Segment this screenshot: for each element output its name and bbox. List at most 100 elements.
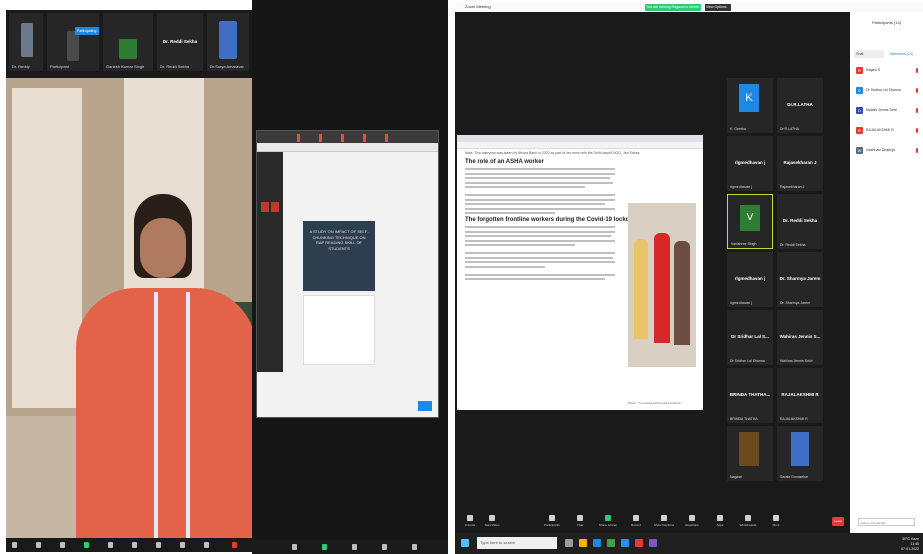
tab-icon[interactable] [363, 134, 366, 142]
share-icon [605, 515, 611, 521]
security-icon[interactable] [60, 542, 65, 548]
view-options-button[interactable]: View Options [705, 4, 731, 11]
tab-icon[interactable] [297, 134, 300, 142]
share-icon[interactable] [322, 544, 327, 550]
zoom-app-icon[interactable] [621, 539, 629, 547]
muted-mic-icon [916, 88, 918, 93]
browser-address-bar[interactable] [457, 142, 703, 149]
mic-icon [467, 515, 473, 521]
right-meeting-toolbar: Unmute Start Video Participants Chat Sha… [455, 511, 850, 533]
mini-address-bar[interactable] [257, 143, 438, 152]
text-line [465, 198, 615, 201]
slide-thumbnail: A STUDY ON IMPACT OF SELF-CHUNKING TECHN… [303, 221, 375, 291]
more-button[interactable]: More [765, 515, 787, 527]
thumbnail-5[interactable]: Dr.Surya Amaravat [206, 12, 250, 72]
windows-start-icon[interactable] [461, 539, 469, 547]
thumbnail-4[interactable]: Dr. Reddi Sekha Dr. Reddi Sekha [156, 12, 204, 72]
participant-tile[interactable]: Rajasekharan J Rajasekharan J [777, 136, 823, 191]
mini-browser-tabs [257, 131, 438, 143]
participant-tile[interactable]: Sarala Gunasekar [777, 426, 823, 481]
task-view-icon[interactable] [565, 539, 573, 547]
participant-video [219, 21, 237, 59]
ask-unmute-button[interactable]: Ask to Unmute Me [858, 518, 915, 526]
participant-tile[interactable]: Dr.R.LATHA Dr.R.LATHA [777, 78, 823, 133]
text-line [465, 230, 615, 233]
record-button[interactable]: Record [625, 515, 647, 527]
muted-mic-icon [916, 148, 918, 153]
participant-name: Malathi Jennis Selvi [866, 108, 897, 112]
chat-icon[interactable] [352, 544, 357, 550]
reactions-icon[interactable] [180, 542, 185, 548]
participant-tile[interactable]: K K. Geetha [727, 78, 773, 133]
participants-button[interactable]: Participants [541, 515, 563, 527]
participants-icon[interactable] [108, 542, 113, 548]
participant-tile[interactable]: Wahiras Jennis S... Wahiras Jennis Selvi [777, 310, 823, 365]
participant-tile[interactable]: Nagasri [727, 426, 773, 481]
section-title: The role of an ASHA worker [465, 159, 544, 165]
record-icon[interactable] [382, 544, 387, 550]
text-line [465, 181, 613, 184]
mic-icon[interactable] [12, 542, 17, 548]
video-icon[interactable] [36, 542, 41, 548]
tab-icon[interactable] [319, 134, 322, 142]
blue-action-button[interactable] [418, 401, 432, 411]
chat-icon [577, 515, 583, 521]
teams-icon[interactable] [649, 539, 657, 547]
mic-icon[interactable] [292, 544, 297, 550]
share-screen-button[interactable]: Share Screen [597, 515, 619, 527]
muted-mic-icon [916, 108, 918, 113]
participant-tile[interactable]: rlgmedhavan j rlgmedhavan j [727, 252, 773, 307]
participant-list-item[interactable]: D Dr Sridhar Lal Sharma [856, 86, 918, 96]
powerpoint-icon[interactable] [635, 539, 643, 547]
tile-bigname: BRINDA THATHA... [729, 392, 771, 397]
participant-name: RAJALAKSHMI R [866, 128, 894, 132]
tab-chat[interactable]: Chat [854, 50, 884, 58]
edge-icon[interactable] [593, 539, 601, 547]
share-icon[interactable] [84, 542, 89, 548]
participant-list-item[interactable]: R Ragavi S [856, 66, 918, 76]
sidebar-button[interactable] [271, 202, 279, 212]
thumbnail-3[interactable]: Ganesh Kumar Singh [102, 12, 154, 72]
middle-shared-screen: A STUDY ON IMPACT OF SELF-CHUNKING TECHN… [252, 0, 448, 554]
participant-tile[interactable]: Dr. Reddi Sekha Dr. Reddi Sekha [777, 194, 823, 249]
participant-tile[interactable]: RAJALAKSHMI R RAJALAKSHMI R [777, 368, 823, 423]
apps-button[interactable]: Apps [709, 515, 731, 527]
participant-tile[interactable]: rlgmedhavan j rlgmedhavan j [727, 136, 773, 191]
captions-button[interactable]: Show Captions [653, 515, 675, 527]
leave-button[interactable]: Leave [832, 517, 844, 526]
file-explorer-icon[interactable] [579, 539, 587, 547]
taskbar-search-input[interactable]: Type here to search [477, 537, 557, 549]
photo-person [654, 233, 670, 343]
wall-panel [12, 88, 82, 408]
participant-tile[interactable]: Dr Sridhar Lal S... Dr Sridhar Lal Sharm… [727, 310, 773, 365]
start-video-button[interactable]: Start Video [481, 515, 503, 527]
thumbnail-2[interactable]: Participating... Participant [46, 12, 100, 72]
participant-list-item[interactable]: W Vaishnavi Dhamija [856, 146, 918, 156]
participant-list-item[interactable]: R RAJALAKSHMI R [856, 126, 918, 136]
record-icon[interactable] [156, 542, 161, 548]
participant-tile-active[interactable]: V Vanishree Singh [727, 194, 773, 249]
text-line [465, 226, 615, 228]
participant-tile[interactable]: Dr. Sharmya Jarem Dr. Sharmya Jarem [777, 252, 823, 307]
thumbnail-1[interactable]: Dr. Reddy [8, 12, 44, 72]
reactions-button[interactable]: Reactions [681, 515, 703, 527]
whiteboards-button[interactable]: Whiteboards [737, 515, 759, 527]
tile-name: Dr.R.LATHA [780, 127, 799, 131]
text-line [465, 239, 615, 242]
chrome-icon[interactable] [607, 539, 615, 547]
tab-icon[interactable] [341, 134, 344, 142]
chat-button[interactable]: Chat [569, 515, 591, 527]
thumbnail-name: Dr. Reddy [12, 64, 30, 69]
end-call-icon[interactable] [232, 542, 237, 548]
left-zoom-window: Dr. Reddy Participating... Participant G… [6, 10, 252, 552]
chat-icon[interactable] [132, 542, 137, 548]
unmute-button[interactable]: Unmute [459, 515, 481, 527]
participant-list-item[interactable]: D Malathi Jennis Selvi [856, 106, 918, 116]
more-icon[interactable] [204, 542, 209, 548]
tab-icon[interactable] [385, 134, 388, 142]
more-icon[interactable] [412, 544, 417, 550]
sidebar-button[interactable] [261, 202, 269, 212]
screenshot-root: Dr. Reddy Participating... Participant G… [0, 0, 923, 554]
tab-attendees[interactable]: Attendees (14) [888, 50, 919, 58]
participant-tile[interactable]: BRINDA THATHA... BRINDA THATHA [727, 368, 773, 423]
